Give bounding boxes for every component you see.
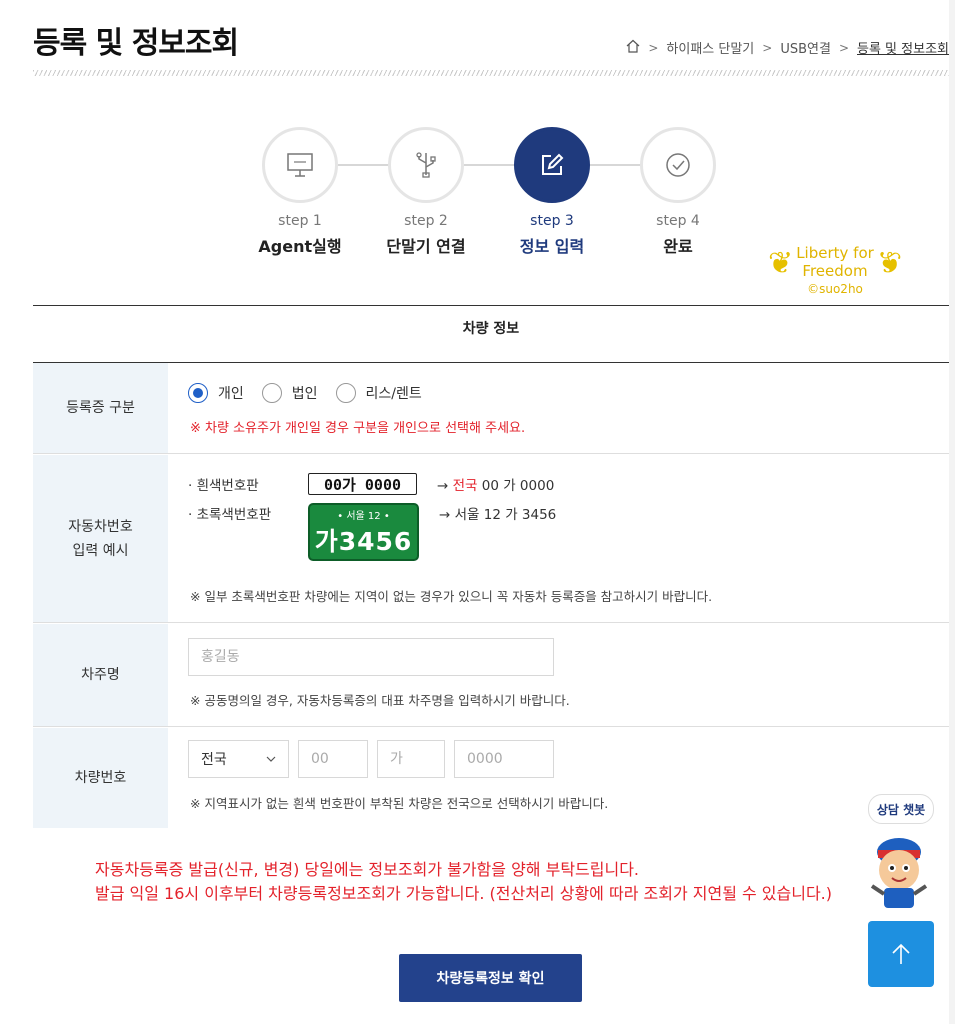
vehicle-number-row: 차량번호 전국 ※ 지역표시가 없는 흰색 번호판이 부착된 차량은 전국으로 … bbox=[33, 728, 949, 828]
check-icon bbox=[640, 127, 716, 203]
step-number: step 1 bbox=[278, 213, 322, 229]
radio-label: 개인 bbox=[218, 386, 244, 402]
breadcrumb-current[interactable]: 등록 및 정보조회 bbox=[857, 38, 949, 57]
breadcrumb-item[interactable]: 하이패스 단말기 bbox=[666, 38, 754, 57]
title-divider bbox=[33, 70, 949, 76]
chevron-right-icon: > bbox=[648, 40, 659, 55]
green-plate-region: • 서울 12 • bbox=[337, 510, 390, 522]
arrow-up-icon bbox=[892, 943, 910, 964]
step-label: 완료 bbox=[663, 237, 693, 256]
step-3: step 3 정보 입력 bbox=[497, 127, 607, 257]
step-number: step 2 bbox=[404, 213, 448, 229]
green-plate-image: • 서울 12 • 가3456 bbox=[308, 503, 419, 561]
step-4: step 4 완료 bbox=[623, 127, 733, 257]
chevron-right-icon: > bbox=[762, 40, 773, 55]
owner-row: 차주명 ※ 공동명의일 경우, 자동차등록증의 대표 차주명을 입력하시기 바랍… bbox=[33, 624, 949, 727]
laurel-icon: ❦ bbox=[768, 246, 794, 281]
page-title: 등록 및 정보조회 bbox=[33, 26, 239, 61]
owner-label: 차주명 bbox=[33, 624, 168, 726]
plate-example-note: ※ 일부 초록색번호판 차량에는 지역이 없는 경우가 있으니 꼭 자동차 등록… bbox=[190, 589, 713, 604]
scroll-to-top-button[interactable] bbox=[868, 921, 934, 987]
registration-type-radio-group: 개인 법인 리스/렌트 bbox=[188, 383, 440, 403]
edit-icon bbox=[514, 127, 590, 203]
step-indicator: step 1 Agent실행 step 2 단말기 연결 step 3 정보 입… bbox=[258, 127, 722, 267]
green-plate-label: · 초록색번호판 bbox=[188, 507, 272, 523]
step-number: step 3 bbox=[530, 213, 574, 229]
laurel-icon: ❦ bbox=[876, 246, 902, 281]
breadcrumb-item[interactable]: USB연결 bbox=[780, 38, 831, 57]
notice-line: 발급 익일 16시 이후부터 차량등록정보조회가 가능합니다. (전산처리 상황… bbox=[95, 884, 833, 903]
vehicle-number-part2-input[interactable] bbox=[454, 740, 554, 778]
region-select-value: 전국 bbox=[201, 752, 227, 768]
section-divider bbox=[33, 305, 949, 306]
plate-example-label: 자동차번호 입력 예시 bbox=[33, 455, 168, 622]
chatbot-mascot-icon[interactable] bbox=[858, 830, 940, 910]
white-plate-image: 00가 0000 bbox=[308, 473, 417, 495]
green-plate-result: → 서울 12 가 3456 bbox=[439, 507, 557, 523]
label-line: 자동차번호 bbox=[68, 518, 133, 535]
home-icon[interactable] bbox=[626, 39, 640, 57]
section-title: 차량 정보 bbox=[462, 321, 520, 337]
vehicle-number-label: 차량번호 bbox=[33, 728, 168, 828]
vehicle-number-part1-input[interactable] bbox=[298, 740, 368, 778]
label-line: 입력 예시 bbox=[72, 542, 129, 559]
step-1: step 1 Agent실행 bbox=[245, 127, 355, 257]
radio-label: 법인 bbox=[291, 386, 318, 402]
step-label: Agent실행 bbox=[258, 237, 342, 256]
radio-checked-icon[interactable] bbox=[188, 383, 208, 403]
usb-icon bbox=[388, 127, 464, 203]
breadcrumb: > 하이패스 단말기 > USB연결 > 등록 및 정보조회 bbox=[626, 38, 949, 57]
step-2: step 2 단말기 연결 bbox=[371, 127, 481, 257]
radio-lease-rent[interactable]: 리스/렌트 bbox=[335, 383, 422, 403]
step-label: 정보 입력 bbox=[519, 237, 585, 256]
chatbot-label[interactable]: 상담 챗봇 bbox=[868, 794, 934, 824]
plate-example-row: 자동차번호 입력 예시 · 흰색번호판 00가 0000 → 전국 00 가 0… bbox=[33, 455, 949, 623]
registration-type-label: 등록증 구분 bbox=[33, 363, 168, 453]
chevron-right-icon: > bbox=[838, 40, 849, 55]
notice-line: 자동차등록증 발급(신규, 변경) 당일에는 정보조회가 불가함을 양해 부탁드… bbox=[95, 860, 640, 879]
white-plate-label: · 흰색번호판 bbox=[188, 478, 259, 494]
step-label: 단말기 연결 bbox=[386, 237, 466, 256]
radio-corporate[interactable]: 법인 bbox=[261, 383, 318, 403]
stamp-line: ©suo2ho bbox=[807, 282, 863, 296]
registration-type-note: ※ 차량 소유주가 개인일 경우 구분을 개인으로 선택해 주세요. bbox=[190, 421, 526, 436]
radio-individual[interactable]: 개인 bbox=[188, 383, 244, 403]
region-select[interactable]: 전국 bbox=[188, 740, 289, 778]
monitor-icon bbox=[262, 127, 338, 203]
right-scroll-edge bbox=[949, 0, 955, 1024]
radio-unchecked-icon[interactable] bbox=[261, 383, 282, 403]
registration-type-row: 등록증 구분 개인 법인 리스/렌트 ※ 차량 소유주가 개인일 경우 구분을 … bbox=[33, 363, 949, 454]
white-plate-result: → 전국 00 가 0000 bbox=[437, 478, 555, 494]
owner-name-input[interactable] bbox=[188, 638, 554, 676]
green-plate-number: 가3456 bbox=[314, 526, 413, 556]
radio-unchecked-icon[interactable] bbox=[335, 383, 356, 403]
white-plate-example: · 흰색번호판 00가 0000 → 전국 00 가 0000 bbox=[188, 473, 554, 495]
vehicle-number-char-input[interactable] bbox=[377, 740, 445, 778]
chevron-down-icon bbox=[266, 756, 276, 762]
green-plate-example: · 초록색번호판 • 서울 12 • 가3456 → 서울 12 가 3456 bbox=[188, 503, 556, 561]
issuance-notice: 자동차등록증 발급(신규, 변경) 당일에는 정보조회가 불가함을 양해 부탁드… bbox=[95, 858, 832, 906]
radio-label: 리스/렌트 bbox=[365, 386, 422, 402]
check-vehicle-info-button[interactable]: 차량등록정보 확인 bbox=[399, 954, 582, 1002]
watermark-stamp: ❦ ❦ Liberty for Freedom ©suo2ho bbox=[768, 244, 902, 314]
owner-note: ※ 공동명의일 경우, 자동차등록증의 대표 차주명을 입력하시기 바랍니다. bbox=[190, 693, 570, 708]
step-number: step 4 bbox=[656, 213, 700, 229]
vehicle-number-note: ※ 지역표시가 없는 흰색 번호판이 부착된 차량은 전국으로 선택하시기 바랍… bbox=[190, 796, 609, 811]
